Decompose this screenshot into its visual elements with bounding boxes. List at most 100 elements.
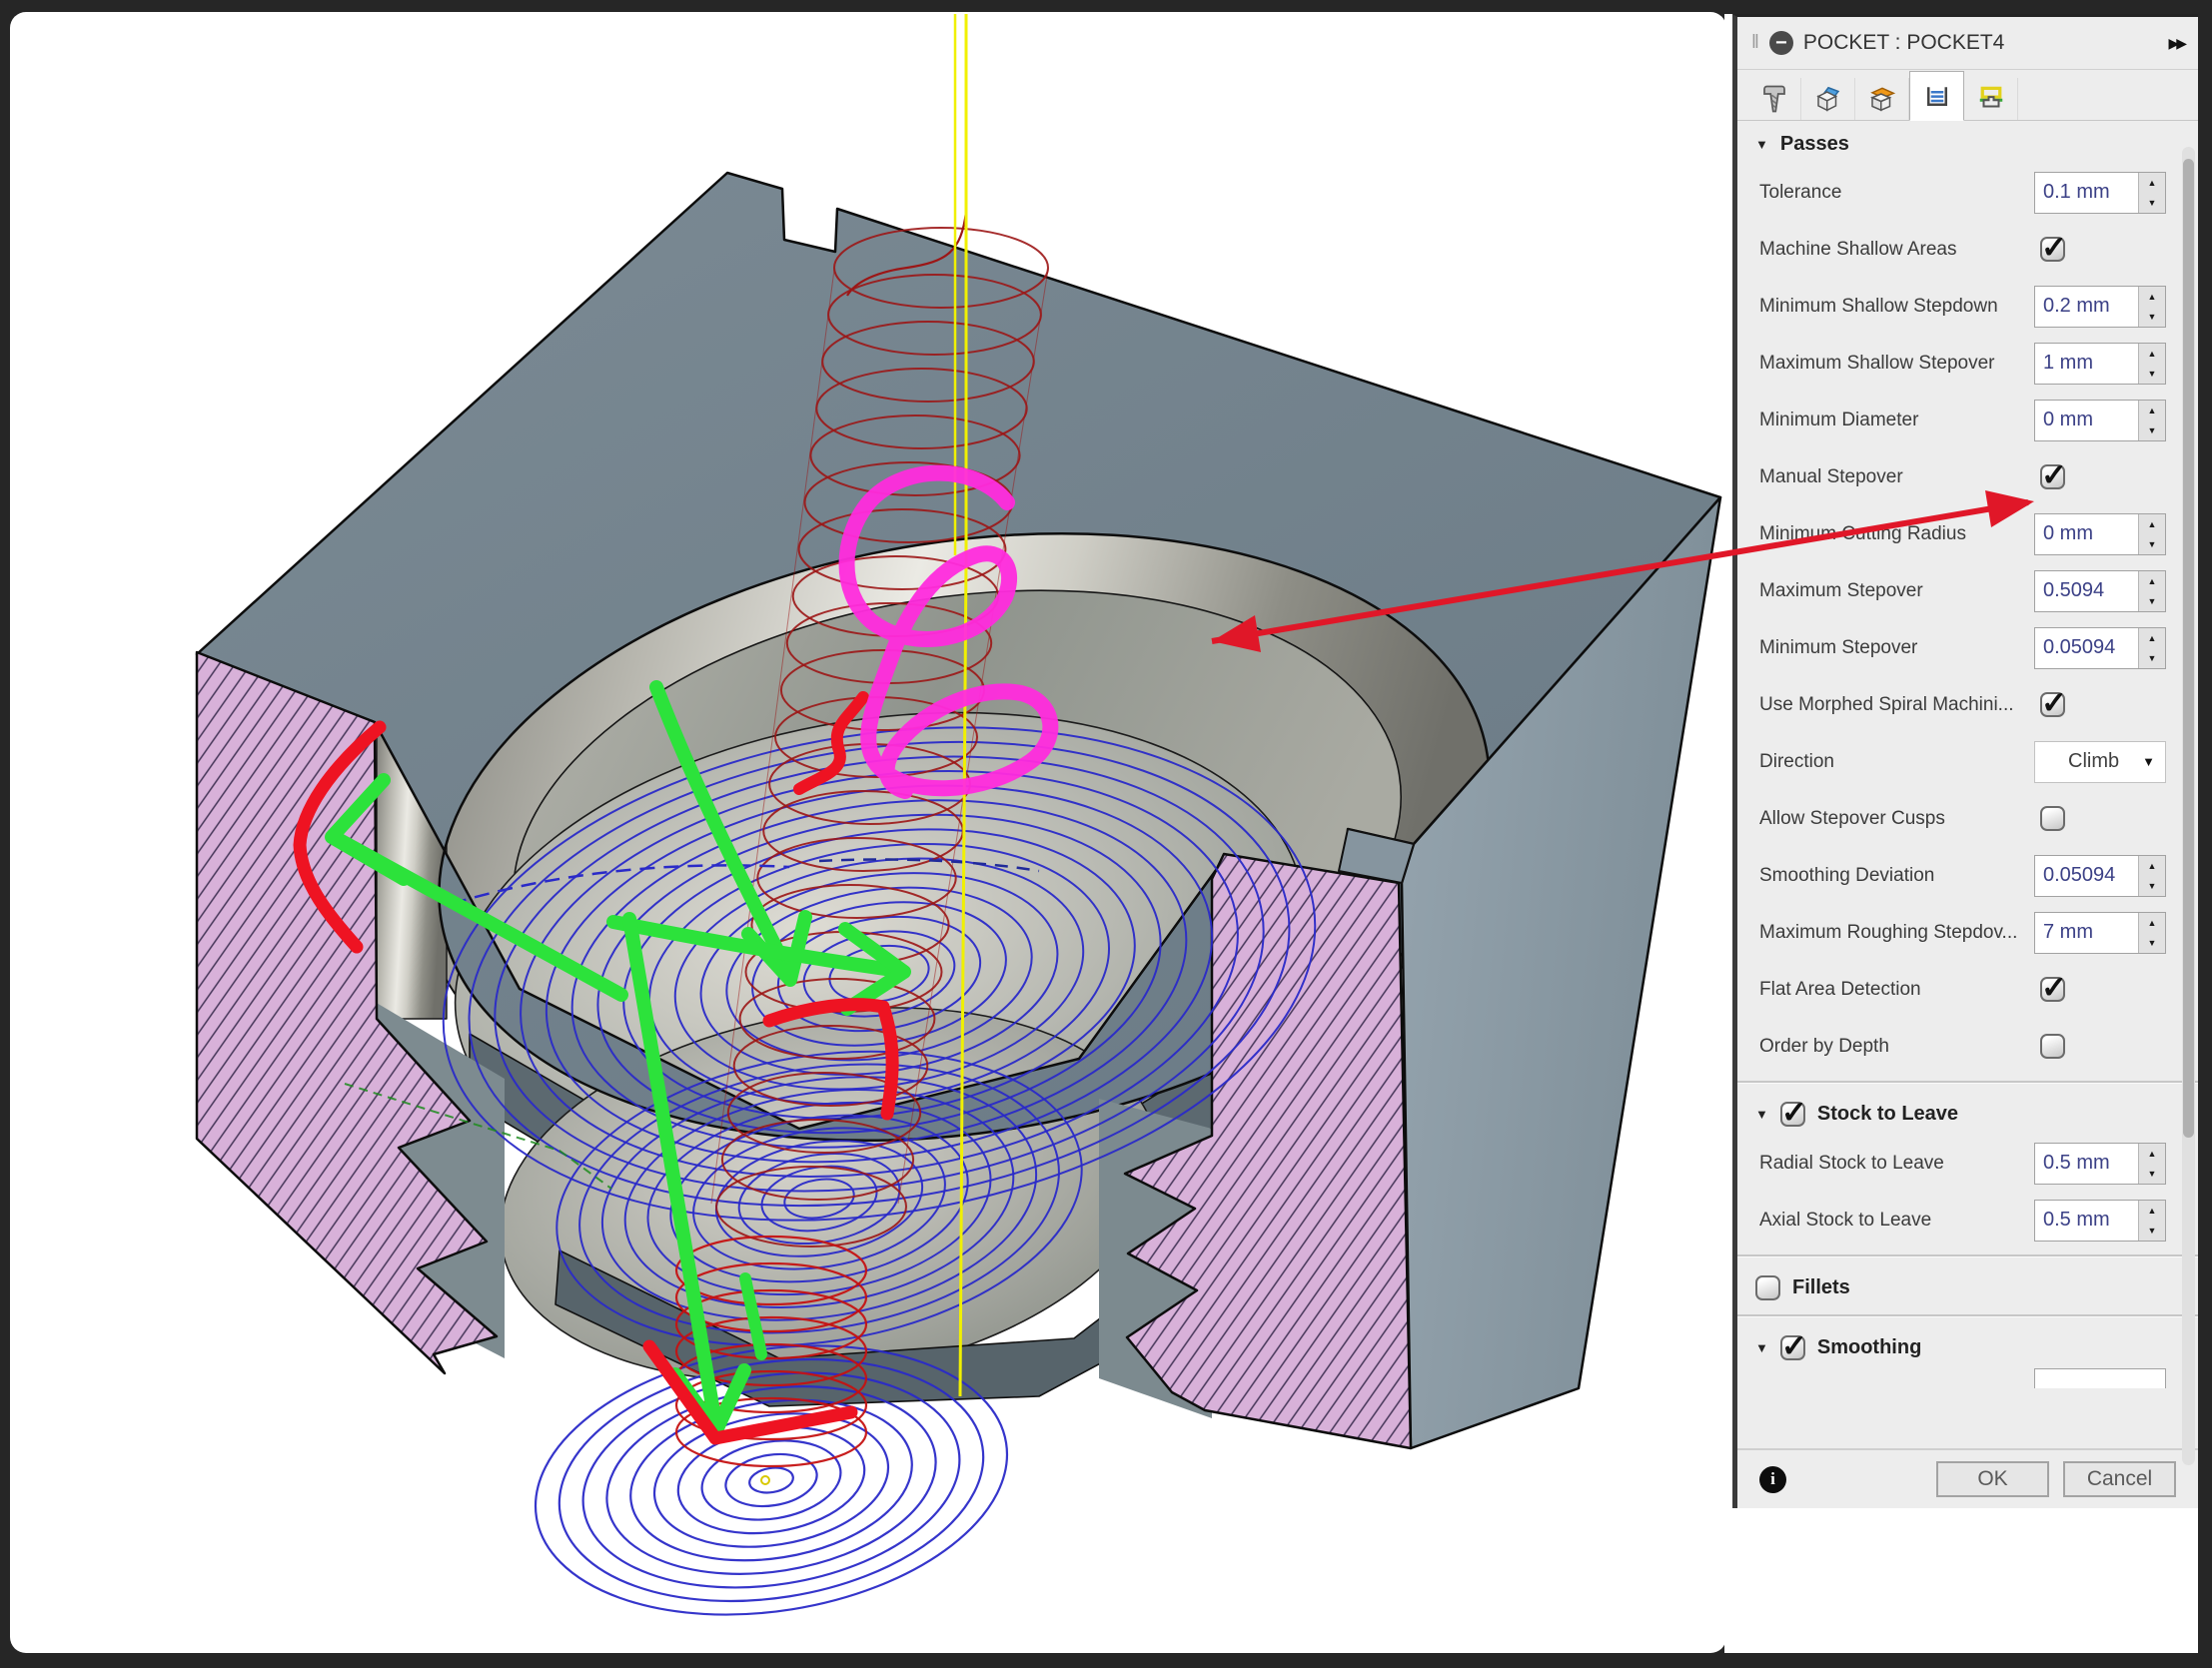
passes-section-header[interactable]: ▼ Passes: [1737, 121, 2198, 164]
min-cutting-radius-input[interactable]: [2035, 514, 2138, 554]
order-by-depth-checkbox[interactable]: ✓: [2040, 1034, 2065, 1059]
min-cutting-radius-field[interactable]: ▲▼: [2034, 513, 2166, 555]
spin-up-icon[interactable]: ▲: [2139, 287, 2165, 307]
spin-up-icon[interactable]: ▲: [2139, 571, 2165, 591]
radial-stock-input[interactable]: [2035, 1144, 2138, 1184]
spin-down-icon[interactable]: ▼: [2139, 1164, 2165, 1184]
fillets-checkbox[interactable]: ✓: [1755, 1275, 1780, 1300]
check-icon: ✓: [2041, 691, 2067, 715]
collapse-triangle-icon[interactable]: ▼: [1755, 137, 1768, 152]
spin-down-icon[interactable]: ▼: [2139, 420, 2165, 440]
max-shallow-stepover-input[interactable]: [2035, 344, 2138, 384]
spinner[interactable]: ▲▼: [2138, 287, 2165, 327]
spinner[interactable]: ▲▼: [2138, 1201, 2165, 1241]
min-shallow-stepdown-input[interactable]: [2035, 287, 2138, 327]
spinner[interactable]: ▲▼: [2138, 856, 2165, 896]
smoothing-header[interactable]: ▼ ✓ Smoothing: [1737, 1323, 2198, 1368]
fillets-header[interactable]: ✓ Fillets: [1737, 1263, 2198, 1308]
min-stepover-input[interactable]: [2035, 628, 2138, 668]
axial-stock-field[interactable]: ▲▼: [2034, 1200, 2166, 1242]
smoothing-deviation-field[interactable]: ▲▼: [2034, 855, 2166, 897]
allow-stepover-cusps-checkbox[interactable]: ✓: [2040, 806, 2065, 831]
direction-dropdown[interactable]: Climb ▼: [2034, 741, 2166, 783]
min-diameter-input[interactable]: [2035, 401, 2138, 440]
collapse-triangle-icon[interactable]: ▼: [1755, 1340, 1768, 1355]
dialog-header[interactable]: ‖ − POCKET : POCKET4 ▶▶: [1737, 17, 2198, 70]
param-label: Maximum Shallow Stepover: [1759, 353, 2034, 375]
spin-down-icon[interactable]: ▼: [2139, 193, 2165, 213]
spin-down-icon[interactable]: ▼: [2139, 591, 2165, 611]
tab-tool[interactable]: [1747, 78, 1801, 120]
spin-up-icon[interactable]: ▲: [2139, 913, 2165, 933]
dialog-scrollbar[interactable]: [2182, 147, 2195, 1465]
spin-up-icon[interactable]: ▲: [2139, 514, 2165, 534]
smoothing-checkbox[interactable]: ✓: [1780, 1335, 1805, 1360]
param-label: Order by Depth: [1759, 1036, 2034, 1058]
collapse-icon[interactable]: ▶▶: [2168, 35, 2184, 52]
max-roughing-stepdown-input[interactable]: [2035, 913, 2138, 953]
param-row-flat-area: Flat Area Detection ✓: [1737, 961, 2198, 1018]
spin-up-icon[interactable]: ▲: [2139, 401, 2165, 420]
spinner[interactable]: ▲▼: [2138, 514, 2165, 554]
collapse-triangle-icon[interactable]: ▼: [1755, 1107, 1768, 1122]
spin-down-icon[interactable]: ▼: [2139, 364, 2165, 384]
spinner[interactable]: ▲▼: [2138, 401, 2165, 440]
min-stepover-field[interactable]: ▲▼: [2034, 627, 2166, 669]
max-shallow-stepover-field[interactable]: ▲▼: [2034, 343, 2166, 385]
axial-stock-input[interactable]: [2035, 1201, 2138, 1241]
max-stepover-input[interactable]: [2035, 571, 2138, 611]
spin-up-icon[interactable]: ▲: [2139, 856, 2165, 876]
spinner[interactable]: ▲▼: [2138, 344, 2165, 384]
scrollbar-thumb[interactable]: [2183, 159, 2194, 1138]
spin-up-icon[interactable]: ▲: [2139, 628, 2165, 648]
spin-up-icon[interactable]: ▲: [2139, 1144, 2165, 1164]
section-separator: [1737, 1254, 2198, 1257]
manual-stepover-checkbox[interactable]: ✓: [2040, 464, 2065, 489]
spin-up-icon[interactable]: ▲: [2139, 344, 2165, 364]
min-diameter-field[interactable]: ▲▼: [2034, 400, 2166, 441]
dialog-title: POCKET : POCKET4: [1803, 31, 2159, 55]
param-row-max-stepover: Maximum Stepover ▲▼: [1737, 562, 2198, 619]
tab-passes[interactable]: [1909, 71, 1964, 121]
spin-up-icon[interactable]: ▲: [2139, 173, 2165, 193]
stock-to-leave-header[interactable]: ▼ ✓ Stock to Leave: [1737, 1090, 2198, 1135]
spin-down-icon[interactable]: ▼: [2139, 1221, 2165, 1241]
passes-section-title: Passes: [1780, 133, 1849, 156]
suppress-icon[interactable]: −: [1769, 31, 1793, 55]
tab-geometry[interactable]: [1801, 78, 1855, 120]
tolerance-input[interactable]: [2035, 173, 2138, 213]
spin-down-icon[interactable]: ▼: [2139, 933, 2165, 953]
spin-up-icon[interactable]: ▲: [2139, 1201, 2165, 1221]
drag-handle-icon[interactable]: ‖: [1751, 32, 1759, 54]
spin-down-icon[interactable]: ▼: [2139, 534, 2165, 554]
radial-stock-field[interactable]: ▲▼: [2034, 1143, 2166, 1185]
spinner[interactable]: ▲▼: [2138, 571, 2165, 611]
max-stepover-field[interactable]: ▲▼: [2034, 570, 2166, 612]
tab-linking[interactable]: [1964, 78, 2018, 120]
machine-shallow-areas-checkbox[interactable]: ✓: [2040, 237, 2065, 262]
stock-to-leave-title: Stock to Leave: [1817, 1103, 1958, 1126]
smoothing-deviation-input[interactable]: [2035, 856, 2138, 896]
tolerance-field[interactable]: ▲▼: [2034, 172, 2166, 214]
param-label: Direction: [1759, 751, 2034, 773]
ok-button[interactable]: OK: [1936, 1461, 2049, 1497]
cancel-button[interactable]: Cancel: [2063, 1461, 2176, 1497]
min-shallow-stepdown-field[interactable]: ▲▼: [2034, 286, 2166, 328]
spin-down-icon[interactable]: ▼: [2139, 648, 2165, 668]
stock-to-leave-checkbox[interactable]: ✓: [1780, 1102, 1805, 1127]
max-roughing-stepdown-field[interactable]: ▲▼: [2034, 912, 2166, 954]
spinner[interactable]: ▲▼: [2138, 173, 2165, 213]
param-row-order-by-depth: Order by Depth ✓: [1737, 1018, 2198, 1075]
spin-down-icon[interactable]: ▼: [2139, 307, 2165, 327]
spinner[interactable]: ▲▼: [2138, 913, 2165, 953]
param-row-manual-stepover: Manual Stepover ✓: [1737, 448, 2198, 505]
flat-area-detection-checkbox[interactable]: ✓: [2040, 977, 2065, 1002]
param-row-min-cutting-radius: Minimum Cutting Radius ▲▼: [1737, 505, 2198, 562]
dialog-footer: i OK Cancel: [1737, 1448, 2198, 1508]
info-icon[interactable]: i: [1759, 1466, 1786, 1493]
tab-heights[interactable]: [1855, 78, 1909, 120]
use-morphed-spiral-checkbox[interactable]: ✓: [2040, 692, 2065, 717]
spin-down-icon[interactable]: ▼: [2139, 876, 2165, 896]
spinner[interactable]: ▲▼: [2138, 1144, 2165, 1184]
spinner[interactable]: ▲▼: [2138, 628, 2165, 668]
